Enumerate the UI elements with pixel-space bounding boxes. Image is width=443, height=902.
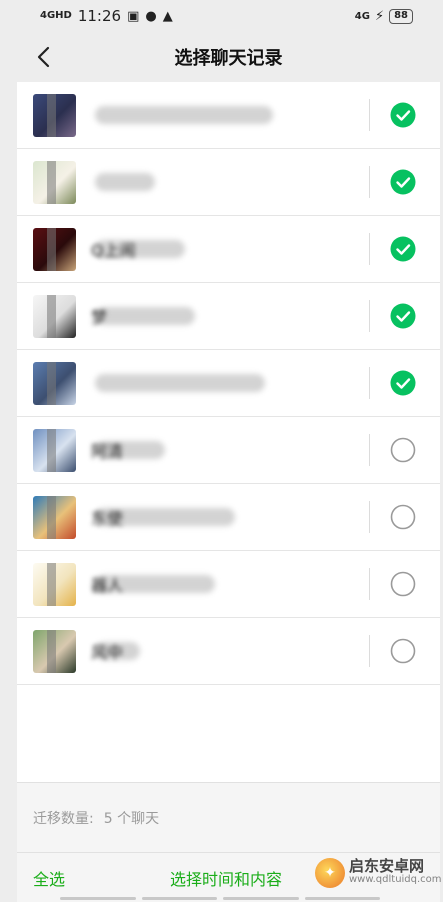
chat-row[interactable]: 器人	[17, 551, 440, 618]
checked-circle-icon[interactable]	[390, 303, 416, 329]
row-divider	[369, 300, 370, 332]
unchecked-circle-icon[interactable]	[390, 504, 416, 530]
bottom-indicator	[60, 897, 380, 902]
chat-name: 风中	[91, 643, 124, 662]
network-label: 4GHD	[40, 10, 72, 21]
migration-count-bar: 迁移数量: 5 个聊天	[17, 782, 440, 852]
unchecked-circle-icon[interactable]	[390, 638, 416, 664]
watermark-logo: ✦	[315, 858, 345, 888]
avatar	[33, 495, 76, 539]
checked-circle-icon[interactable]	[390, 102, 416, 128]
avatar	[33, 629, 76, 673]
avatar	[33, 361, 76, 405]
chat-name: 梦	[91, 308, 108, 327]
count-value: 5 个聊天	[103, 810, 160, 827]
chat-row[interactable]: 阿清	[17, 417, 440, 484]
row-divider	[369, 233, 370, 265]
page-title: 选择聊天记录	[174, 48, 283, 69]
app-badge-icon: ▣	[127, 8, 140, 24]
watermark: ✦ 启东安卓网 www.qdltuidq.com	[315, 858, 442, 888]
watermark-url: www.qdltuidq.com	[349, 874, 442, 885]
row-divider	[369, 501, 370, 533]
chat-name: 东使	[91, 509, 124, 528]
back-button[interactable]	[31, 44, 55, 70]
row-divider	[369, 166, 370, 198]
chat-row[interactable]	[17, 149, 440, 216]
chat-row[interactable]	[17, 350, 440, 417]
chat-row[interactable]: 风中	[17, 618, 440, 685]
row-divider	[369, 635, 370, 667]
redacted-name-blur	[95, 173, 155, 191]
redacted-name-blur	[95, 307, 195, 325]
checked-circle-icon[interactable]	[390, 370, 416, 396]
status-time: 11:26	[77, 7, 122, 25]
status-left: 4GHD 11:26 ▣ ● ▲	[40, 7, 173, 25]
select-time-content-button[interactable]: 选择时间和内容	[170, 866, 282, 890]
redacted-name-blur	[95, 374, 265, 392]
avatar	[33, 562, 76, 606]
chat-name: Q上闹	[91, 241, 136, 260]
avatar	[33, 428, 76, 472]
chat-row[interactable]	[17, 82, 440, 149]
redacted-name-blur	[95, 106, 273, 124]
status-bar: 4GHD 11:26 ▣ ● ▲ 4G ⚡ 88	[0, 0, 443, 32]
right-network-label: 4G	[354, 10, 370, 22]
avatar	[33, 294, 76, 338]
chat-row[interactable]: 东使	[17, 484, 440, 551]
chat-name: 器人	[91, 576, 124, 595]
chat-row[interactable]: Q上闹	[17, 216, 440, 283]
warning-icon: ▲	[162, 8, 173, 24]
avatar	[33, 227, 76, 271]
avatar	[33, 93, 76, 137]
row-divider	[369, 367, 370, 399]
unchecked-circle-icon[interactable]	[390, 437, 416, 463]
select-all-button[interactable]: 全选	[33, 866, 65, 890]
chevron-left-icon	[37, 46, 50, 68]
count-label: 迁移数量:	[33, 810, 94, 827]
row-divider	[369, 568, 370, 600]
chat-row[interactable]: 梦	[17, 283, 440, 350]
battery-indicator: 88	[389, 8, 413, 24]
checked-circle-icon[interactable]	[390, 169, 416, 195]
row-divider	[369, 99, 370, 131]
unchecked-circle-icon[interactable]	[390, 571, 416, 597]
nav-bar: 选择聊天记录	[17, 32, 440, 82]
status-right: 4G ⚡ 88	[354, 8, 413, 24]
chat-bubble-icon: ●	[145, 8, 157, 24]
app-root: 4GHD 11:26 ▣ ● ▲ 4G ⚡ 88 选择聊天记录 Q上闹梦阿清东使…	[0, 0, 443, 902]
watermark-title: 启东安卓网	[349, 857, 425, 875]
bolt-icon: ⚡	[374, 8, 385, 24]
checked-circle-icon[interactable]	[390, 236, 416, 262]
chat-list: Q上闹梦阿清东使器人风中	[17, 82, 440, 782]
avatar	[33, 160, 76, 204]
chat-name: 阿清	[91, 442, 124, 461]
row-divider	[369, 434, 370, 466]
